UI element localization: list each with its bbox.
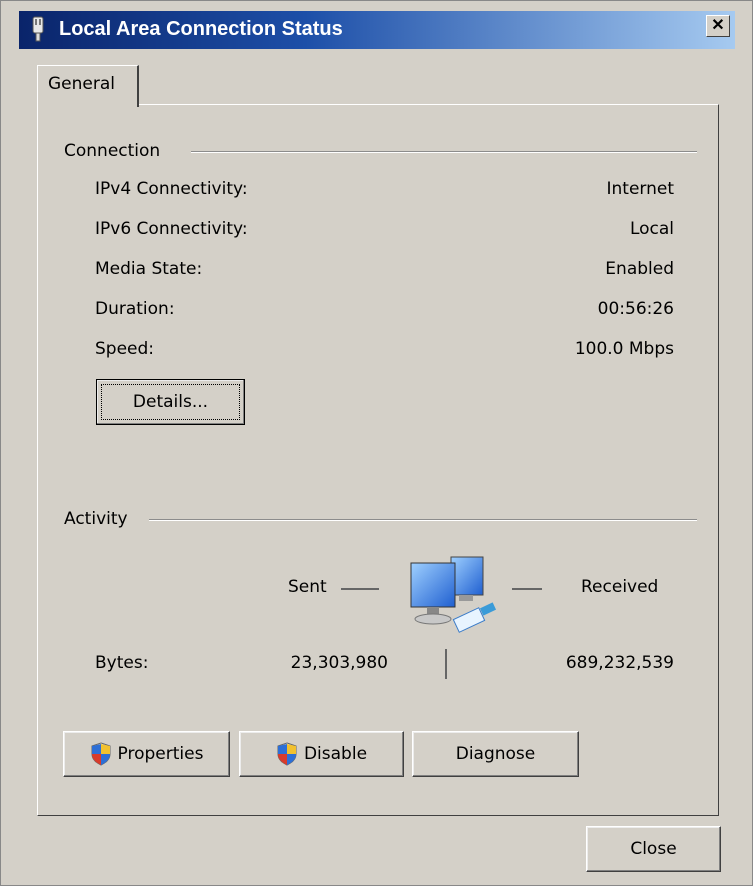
ipv6-value: Local bbox=[629, 219, 674, 239]
activity-group-title: Activity bbox=[64, 509, 136, 529]
speed-label: Speed: bbox=[95, 339, 155, 359]
received-label: Received bbox=[581, 577, 659, 597]
duration-label: Duration: bbox=[95, 299, 175, 319]
bytes-label: Bytes: bbox=[95, 653, 149, 673]
disable-button-label: Disable bbox=[303, 744, 368, 764]
title-close-button[interactable]: ✕ bbox=[706, 15, 730, 37]
media-state-value: Enabled bbox=[605, 259, 674, 279]
tab-general-label: General bbox=[48, 74, 115, 94]
tab-general[interactable]: General bbox=[37, 65, 139, 107]
network-computers-icon bbox=[410, 556, 497, 633]
ipv6-label: IPv6 Connectivity: bbox=[95, 219, 248, 239]
speed-value: 100.0 Mbps bbox=[574, 339, 674, 359]
details-button[interactable]: Details... bbox=[96, 379, 245, 425]
close-button[interactable]: Close bbox=[586, 826, 721, 872]
properties-button-label: Properties bbox=[117, 744, 204, 764]
title-bar[interactable]: Local Area Connection Status bbox=[19, 11, 735, 49]
duration-value: 00:56:26 bbox=[597, 299, 674, 319]
ipv4-label: IPv4 Connectivity: bbox=[95, 179, 248, 199]
tab-panel-general bbox=[37, 104, 719, 816]
close-button-label: Close bbox=[630, 839, 677, 859]
details-button-label: Details... bbox=[132, 392, 209, 412]
bytes-sent-value: 23,303,980 bbox=[290, 653, 388, 673]
window-title: Local Area Connection Status bbox=[59, 18, 343, 40]
uac-shield-icon bbox=[91, 742, 111, 766]
diagnose-button-label: Diagnose bbox=[455, 744, 536, 764]
activity-group-line bbox=[149, 519, 697, 521]
network-adapter-icon bbox=[32, 16, 44, 42]
sent-dash bbox=[341, 588, 379, 590]
received-dash bbox=[512, 588, 542, 590]
ipv4-value: Internet bbox=[606, 179, 674, 199]
properties-button[interactable]: Properties bbox=[63, 731, 230, 777]
status-dialog: Local Area Connection Status ✕ General C… bbox=[0, 0, 753, 886]
close-icon: ✕ bbox=[711, 17, 725, 34]
connection-group-title: Connection bbox=[64, 141, 169, 161]
disable-button[interactable]: Disable bbox=[239, 731, 404, 777]
bytes-separator bbox=[445, 649, 447, 679]
media-state-label: Media State: bbox=[95, 259, 203, 279]
sent-label: Sent bbox=[288, 577, 327, 597]
diagnose-button[interactable]: Diagnose bbox=[412, 731, 579, 777]
connection-group-line bbox=[191, 151, 697, 153]
uac-shield-icon bbox=[277, 742, 297, 766]
bytes-received-value: 689,232,539 bbox=[565, 653, 674, 673]
